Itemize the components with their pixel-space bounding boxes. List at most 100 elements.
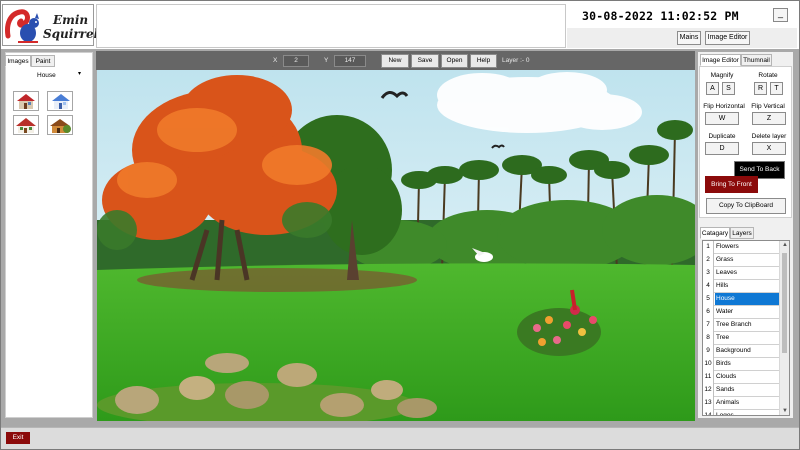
save-button[interactable]: Save — [411, 54, 439, 68]
magnify-s-button[interactable]: S — [722, 82, 735, 95]
category-item-number: 5 — [703, 293, 714, 306]
scrollbar-thumb[interactable] — [782, 253, 787, 353]
category-list[interactable]: 1 Flowers 2 Grass 3 Leaves 4 Hills 5 House 6 Water 7… — [702, 240, 790, 416]
tab-category[interactable]: Catagary — [700, 227, 730, 239]
house-thumbnail[interactable] — [47, 91, 73, 111]
category-item-label: Logos — [716, 412, 734, 416]
duplicate-button[interactable]: D — [705, 142, 739, 155]
landscape-scene-image — [97, 70, 695, 421]
copy-to-clipboard-button[interactable]: Copy To ClipBoard — [706, 198, 786, 214]
category-list-item[interactable]: 7 Tree Branch — [703, 319, 780, 332]
mains-button[interactable]: Mains — [677, 31, 701, 45]
category-list-item[interactable]: 1 Flowers — [703, 241, 780, 254]
category-list-item[interactable]: 8 Tree — [703, 332, 780, 345]
category-list-item[interactable]: 4 Hills — [703, 280, 780, 293]
house-thumbnail[interactable] — [47, 115, 73, 135]
datetime-display: 30-08-2022 11:02:52 PM — [567, 4, 797, 28]
exit-button[interactable]: Exit — [6, 432, 30, 444]
editing-canvas[interactable] — [97, 70, 695, 421]
category-list-item[interactable]: 5 House — [703, 293, 780, 306]
house-cottage-icon — [16, 118, 36, 133]
category-item-number: 13 — [703, 397, 714, 410]
category-item-number: 2 — [703, 254, 714, 267]
category-list-item[interactable]: 13 Animals — [703, 397, 780, 410]
category-scrollbar[interactable]: ▲ ▼ — [779, 241, 789, 415]
category-item-number: 3 — [703, 267, 714, 280]
category-item-number: 14 — [703, 410, 714, 415]
delete-layer-button[interactable]: X — [752, 142, 786, 155]
category-list-item[interactable]: 14 Logos — [703, 410, 780, 416]
image-category-select[interactable]: House ▾ — [8, 70, 88, 82]
category-list-item[interactable]: 10 Birds — [703, 358, 780, 371]
category-list-item[interactable]: 6 Water — [703, 306, 780, 319]
rotate-label: Rotate — [758, 72, 778, 79]
bring-to-front-button[interactable]: Bring To Front — [705, 176, 758, 193]
help-button[interactable]: Help — [470, 54, 497, 68]
chevron-down-icon: ▾ — [78, 71, 82, 77]
y-coordinate-field[interactable]: 147 — [334, 55, 366, 67]
canvas-toolbar: X 2 Y 147 New Save Open Help Layer :- 0 — [96, 51, 695, 70]
category-item-number: 11 — [703, 371, 714, 384]
open-button[interactable]: Open — [441, 54, 468, 68]
category-item-label: Sands — [716, 386, 735, 393]
house-blue-icon — [52, 94, 70, 109]
category-item-label: Clouds — [716, 373, 737, 380]
image-category-value: House — [37, 72, 56, 79]
category-item-label: Animals — [716, 399, 740, 406]
category-item-label: House — [715, 293, 780, 305]
flip-horizontal-button[interactable]: W — [705, 112, 739, 125]
tab-thumbnail[interactable]: Thumnail — [741, 54, 772, 66]
house-thumbnail[interactable] — [13, 115, 39, 135]
category-item-number: 12 — [703, 384, 714, 397]
category-item-label: Tree Branch — [716, 321, 752, 328]
duplicate-label: Duplicate — [708, 133, 736, 140]
magnify-a-button[interactable]: A — [706, 82, 719, 95]
delete-layer-label: Delete layer — [751, 133, 787, 140]
magnify-label: Magnify — [710, 72, 734, 79]
tab-paint[interactable]: Paint — [31, 55, 55, 67]
x-coordinate-field[interactable]: 2 — [283, 55, 309, 67]
category-item-label: Tree — [716, 334, 730, 341]
house-red-icon — [17, 94, 35, 109]
category-list-item[interactable]: 11 Clouds — [703, 371, 780, 384]
brand-name-line2: Squirrel — [43, 27, 99, 41]
house-thumbnail[interactable] — [13, 91, 39, 111]
category-list-item[interactable]: 2 Grass — [703, 254, 780, 267]
scroll-up-icon[interactable]: ▲ — [782, 242, 788, 248]
category-item-label: Background — [716, 347, 751, 354]
category-item-number: 1 — [703, 241, 714, 254]
category-list-item[interactable]: 3 Leaves — [703, 267, 780, 280]
new-button[interactable]: New — [381, 54, 409, 68]
flip-horizontal-label: Flip Horizontal — [703, 103, 745, 110]
category-list-item[interactable]: 9 Background — [703, 345, 780, 358]
tab-images[interactable]: Images — [5, 55, 31, 67]
tab-image-editor[interactable]: Image Editor — [700, 54, 741, 66]
image-editor-button[interactable]: Image Editor — [705, 31, 750, 45]
header-blank-area — [96, 4, 566, 48]
category-item-label: Leaves — [716, 269, 737, 276]
category-item-label: Birds — [716, 360, 731, 367]
category-item-label: Hills — [716, 282, 729, 289]
category-item-label: Water — [716, 308, 734, 315]
rotate-r-button[interactable]: R — [754, 82, 767, 95]
y-label: Y — [324, 57, 329, 64]
category-item-number: 10 — [703, 358, 714, 371]
scroll-down-icon[interactable]: ▼ — [782, 408, 788, 414]
category-list-item[interactable]: 12 Sands — [703, 384, 780, 397]
footer-bar — [1, 427, 799, 449]
minimize-button[interactable]: _ — [773, 8, 788, 22]
category-item-number: 7 — [703, 319, 714, 332]
category-item-number: 9 — [703, 345, 714, 358]
brand-name-line1: Emin — [53, 13, 89, 27]
flip-vertical-button[interactable]: Z — [752, 112, 786, 125]
layer-indicator: Layer :- 0 — [502, 57, 530, 64]
category-item-number: 8 — [703, 332, 714, 345]
rotate-t-button[interactable]: T — [770, 82, 783, 95]
category-item-label: Grass — [716, 256, 734, 263]
category-item-number: 4 — [703, 280, 714, 293]
category-item-label: Flowers — [716, 243, 739, 250]
house-brown-icon — [50, 119, 71, 133]
x-label: X — [273, 57, 278, 64]
flip-vertical-label: Flip Vertical — [751, 103, 785, 110]
tab-layers[interactable]: Layers — [730, 227, 754, 239]
